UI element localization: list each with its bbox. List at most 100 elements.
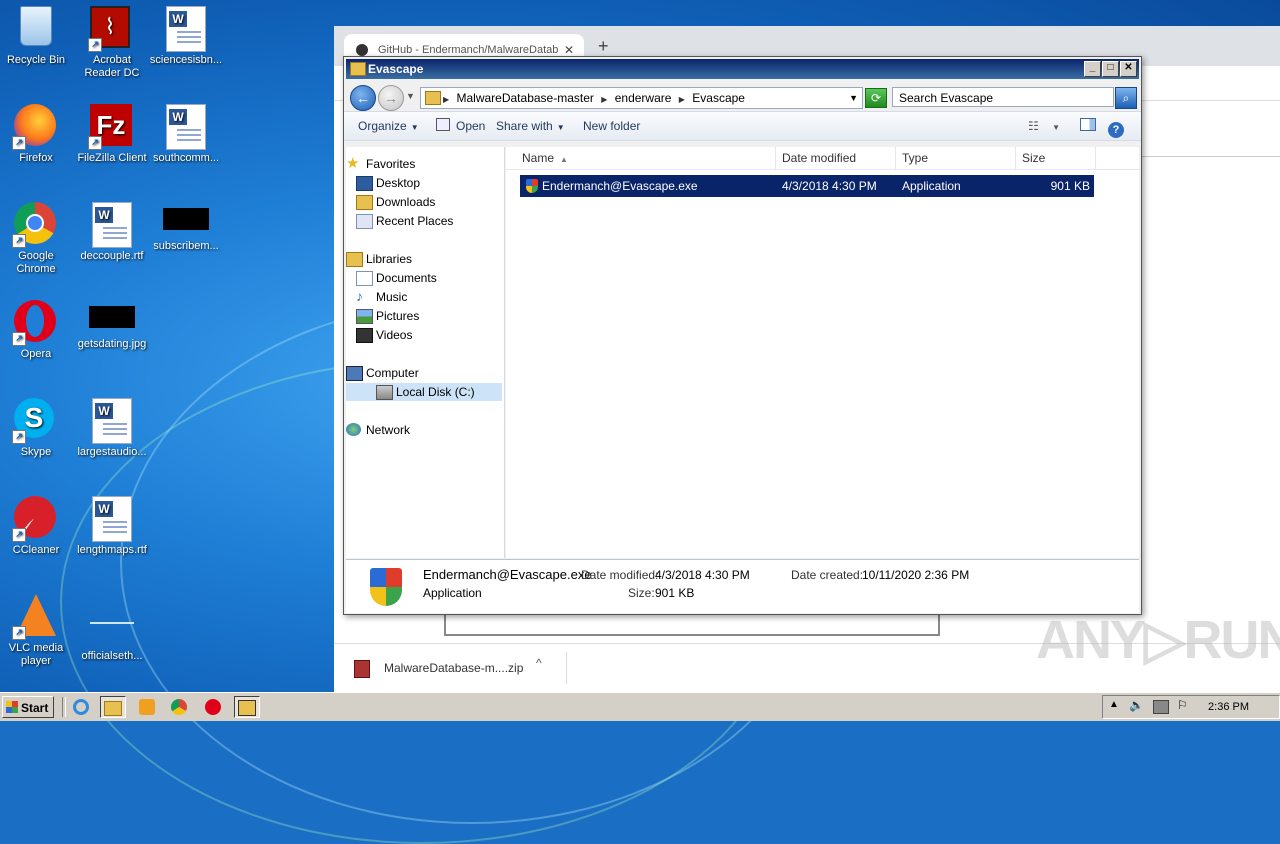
nav-label: Downloads (376, 195, 436, 209)
search-icon[interactable]: ⌕ (1115, 87, 1137, 109)
recent-pages-dropdown-icon[interactable]: ▼ (406, 91, 415, 101)
breadcrumb-item[interactable]: Evascape (692, 91, 745, 105)
nav-documents[interactable]: Documents (356, 269, 437, 287)
help-icon: ? (1108, 122, 1124, 138)
desktop-icon-skype[interactable]: S ↗ Skype (0, 392, 74, 459)
desktop-icon-label: FileZilla Client (77, 152, 147, 164)
share-with-label: Share with (496, 119, 553, 133)
taskbar-clock[interactable]: 2:36 PM (1208, 696, 1249, 718)
taskbar-media-player[interactable] (134, 696, 160, 718)
desktop-icon-lengthmaps[interactable]: W lengthmaps.rtf (74, 490, 150, 557)
breadcrumb[interactable]: ▶ MalwareDatabase-master ▶ enderware ▶ E… (420, 87, 863, 109)
desktop-icon-label: Opera (20, 348, 52, 360)
nav-local-disk[interactable]: Local Disk (C:) (346, 383, 502, 401)
desktop-icon-filezilla[interactable]: Fz ↗ FileZilla Client (74, 98, 150, 165)
taskbar: Start ▲ 🔈 ⚐ 2:36 PM (0, 692, 1280, 721)
nav-downloads[interactable]: Downloads (356, 193, 436, 211)
open-button[interactable]: Open (436, 112, 485, 140)
volume-icon[interactable]: 🔈 (1129, 698, 1144, 712)
share-with-button[interactable]: Share with ▼ (496, 112, 565, 140)
nav-desktop[interactable]: Desktop (356, 174, 421, 192)
word-document-icon: W (166, 6, 206, 52)
desktop-icon-officialseth[interactable]: officialseth... (74, 588, 150, 663)
preview-pane-button[interactable] (1080, 112, 1096, 140)
change-view-button[interactable]: ☷ ▼ (1028, 112, 1060, 140)
back-button[interactable]: ← (350, 85, 376, 111)
nav-label: Favorites (366, 157, 416, 171)
column-header-date-modified[interactable]: Date modified (776, 147, 896, 169)
network-icon[interactable] (1153, 700, 1169, 714)
desktop-icon-vlc[interactable]: ↗ VLC media player (0, 588, 74, 668)
image-thumbnail-icon (89, 306, 135, 328)
breadcrumb-item[interactable]: enderware (615, 91, 672, 105)
taskbar-internet-explorer[interactable] (68, 696, 94, 718)
chevron-right-icon[interactable]: ▶ (601, 95, 607, 104)
sort-ascending-icon: ▲ (560, 155, 568, 164)
taskbar-explorer-window[interactable] (234, 696, 260, 718)
chevron-right-icon[interactable]: ▶ (443, 95, 449, 104)
breadcrumb-item[interactable]: MalwareDatabase-master (457, 91, 594, 105)
file-row[interactable]: Endermanch@Evascape.exe 4/3/2018 4:30 PM… (520, 175, 1094, 197)
desktop-icon-deccouple[interactable]: W deccouple.rtf (74, 196, 150, 263)
minimize-button[interactable]: _ (1084, 61, 1101, 77)
chrome-page-header (1140, 68, 1280, 157)
desktop-icon-ccleaner[interactable]: ↗ CCleaner (0, 490, 74, 557)
close-button[interactable]: ✕ (1120, 61, 1137, 77)
chrome-page-box (444, 614, 940, 636)
address-bar: ← → ▼ ▶ MalwareDatabase-master ▶ enderwa… (344, 81, 1141, 111)
download-item[interactable]: MalwareDatabase-m....zip (354, 656, 523, 680)
nav-recent-places[interactable]: Recent Places (356, 212, 453, 230)
forward-button[interactable]: → (378, 85, 404, 111)
desktop-icon-southcomm[interactable]: W southcomm... (148, 98, 224, 165)
file-name: Endermanch@Evascape.exe (542, 179, 698, 193)
desktop-icon-label: Acrobat Reader DC (84, 54, 140, 79)
nav-label: Music (376, 290, 408, 304)
taskbar-explorer[interactable] (100, 696, 126, 718)
help-button[interactable]: ? (1108, 112, 1124, 140)
command-bar: Organize ▼ Open Share with ▼ New folder ☷ … (344, 111, 1141, 141)
desktop-icon-firefox[interactable]: ↗ Firefox (0, 98, 74, 165)
desktop-icon-opera[interactable]: ↗ Opera (0, 294, 74, 361)
nav-pictures[interactable]: Pictures (356, 307, 419, 325)
organize-button[interactable]: Organize ▼ (358, 112, 419, 140)
desktop-icon-recycle-bin[interactable]: Recycle Bin (0, 0, 74, 67)
show-hidden-icons-icon[interactable]: ▲ (1109, 699, 1119, 710)
desktop-icon-largestaudio[interactable]: W largestaudio... (74, 392, 150, 459)
nav-libraries[interactable]: Libraries (346, 250, 413, 268)
new-tab-button[interactable]: + (598, 36, 609, 57)
column-header-type[interactable]: Type (896, 147, 1016, 169)
chevron-up-icon[interactable]: ^ (536, 656, 542, 670)
desktop-icon-google-chrome[interactable]: ↗ Google Chrome (0, 196, 74, 276)
taskbar-opera[interactable] (200, 696, 226, 718)
new-folder-button[interactable]: New folder (583, 112, 640, 140)
taskbar-chrome[interactable] (166, 696, 192, 718)
column-label: Name (522, 151, 555, 165)
word-document-icon: W (92, 496, 132, 542)
nav-network[interactable]: Network (346, 421, 410, 439)
desktop-icon-getsdating[interactable]: getsdating.jpg (74, 294, 150, 351)
explorer-titlebar[interactable]: Evascape _ □ ✕ (346, 59, 1139, 79)
nav-favorites[interactable]: ★ Favorites (346, 155, 416, 173)
refresh-button[interactable]: ⟳ (865, 88, 887, 108)
start-button[interactable]: Start (2, 696, 54, 718)
nav-videos[interactable]: Videos (356, 326, 412, 344)
nav-music[interactable]: ♪ Music (356, 288, 408, 306)
nav-computer[interactable]: Computer (346, 364, 419, 382)
explorer-window-icon (238, 700, 256, 716)
chevron-right-icon[interactable]: ▶ (679, 95, 685, 104)
windows-logo-icon (6, 701, 18, 713)
action-center-flag-icon[interactable]: ⚐ (1177, 698, 1188, 712)
desktop-icon-acrobat[interactable]: ⌇ ↗ Acrobat Reader DC (74, 0, 150, 80)
details-date-modified-label: Date modified: (581, 568, 659, 582)
desktop-icon-subscribem[interactable]: subscribem... (148, 196, 224, 253)
maximize-button[interactable]: □ (1102, 61, 1119, 77)
nav-label: Libraries (366, 252, 413, 266)
search-input[interactable]: Search Evascape (892, 87, 1114, 107)
pictures-icon (356, 309, 373, 324)
desktop-icon-label: sciencesisbn... (149, 54, 223, 66)
nav-label: Desktop (376, 176, 421, 190)
desktop-icon-sciencesisbn[interactable]: W sciencesisbn... (148, 0, 224, 67)
column-header-name[interactable]: Name ▲ (514, 147, 776, 169)
column-header-size[interactable]: Size (1016, 147, 1096, 169)
chevron-down-icon[interactable]: ▼ (849, 88, 858, 108)
